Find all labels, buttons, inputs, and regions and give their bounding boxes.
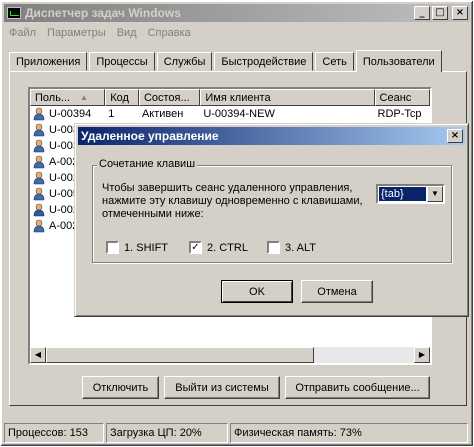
user-icon: [33, 139, 45, 153]
table-cell: RDP-Tcp: [377, 108, 422, 120]
status-cpu: Загрузка ЦП: 20%: [106, 423, 228, 443]
ok-button[interactable]: OK: [221, 280, 293, 303]
minimize-button[interactable]: _: [414, 6, 430, 20]
shift-checkbox[interactable]: 1. SHIFT: [106, 241, 168, 254]
ctrl-label: 2. CTRL: [207, 241, 248, 254]
horizontal-scrollbar[interactable]: ◀ ▶: [30, 347, 430, 363]
ctrl-checkbox[interactable]: ✓ 2. CTRL: [189, 241, 248, 254]
menu-options[interactable]: Параметры: [42, 27, 112, 39]
column-id[interactable]: Код: [105, 89, 139, 106]
status-bar: Процессов: 153 Загрузка ЦП: 20% Физическ…: [4, 423, 470, 443]
hotkey-group-label: Сочетание клавиш: [97, 158, 198, 170]
tab-services[interactable]: Службы: [156, 52, 213, 71]
dialog-close-button[interactable]: ×: [447, 129, 463, 143]
window-title: Диспетчер задач Windows: [25, 6, 181, 20]
table-cell: U-00394-NEW: [203, 108, 275, 120]
menu-file[interactable]: Файл: [4, 27, 42, 39]
alt-label: 3. ALT: [285, 241, 316, 254]
dialog-title-bar[interactable]: Удаленное управление ×: [78, 127, 465, 145]
shift-checkbox-box[interactable]: [106, 241, 119, 254]
user-icon: [33, 187, 45, 201]
user-icon: [33, 107, 45, 121]
close-button[interactable]: ×: [452, 6, 468, 20]
scroll-right-button[interactable]: ▶: [414, 347, 430, 363]
disconnect-button[interactable]: Отключить: [82, 376, 159, 399]
scroll-left-button[interactable]: ◀: [30, 347, 46, 363]
tab-network[interactable]: Сеть: [315, 52, 354, 71]
dialog-title: Удаленное управление: [81, 129, 219, 143]
title-bar[interactable]: Диспетчер задач Windows _ □ ×: [4, 4, 470, 22]
alt-checkbox[interactable]: 3. ALT: [267, 241, 316, 254]
table-cell-text: U-00394: [49, 108, 92, 120]
tab-applications[interactable]: Приложения: [9, 52, 88, 71]
logoff-button[interactable]: Выйти из системы: [164, 376, 280, 399]
user-icon: [33, 123, 45, 137]
table-cell: 1: [108, 108, 115, 120]
list-header: Поль... ▲ Код Состоя... Имя клиента Сеанс: [30, 89, 430, 106]
user-icon: [33, 155, 45, 169]
user-icon: [33, 171, 45, 185]
alt-checkbox-box[interactable]: [267, 241, 280, 254]
cancel-button[interactable]: Отмена: [301, 280, 373, 303]
column-client-name[interactable]: Имя клиента: [200, 89, 375, 106]
chevron-down-icon[interactable]: ▼: [427, 186, 443, 202]
hotkey-select[interactable]: {tab} ▼: [376, 184, 445, 204]
send-message-button[interactable]: Отправить сообщение...: [285, 376, 430, 399]
maximize-button[interactable]: □: [432, 6, 448, 20]
menu-help[interactable]: Справка: [143, 27, 197, 39]
tab-strip: Приложения Процессы Службы Быстродействи…: [9, 49, 444, 72]
status-memory: Физическая память: 73%: [230, 423, 468, 443]
shift-label: 1. SHIFT: [124, 241, 169, 254]
hotkey-select-value: {tab}: [379, 187, 426, 201]
tab-users[interactable]: Пользователи: [355, 50, 442, 72]
menu-view[interactable]: Вид: [112, 27, 143, 39]
status-processes: Процессов: 153: [4, 423, 104, 443]
check-icon[interactable]: ✓: [189, 241, 202, 254]
table-cell: Активен: [141, 108, 184, 120]
column-user[interactable]: Поль... ▲: [30, 89, 106, 106]
menu-bar: Файл Параметры Вид Справка: [4, 24, 197, 42]
column-status[interactable]: Состоя...: [138, 89, 201, 106]
hotkey-instructions: Чтобы завершить сеанс удаленного управле…: [102, 182, 363, 220]
tab-processes[interactable]: Процессы: [89, 52, 155, 71]
scroll-thumb[interactable]: [46, 347, 314, 363]
remote-control-dialog: Удаленное управление × Сочетание клавиш …: [74, 123, 469, 317]
table-row[interactable]: U-00394 1 Активен U-00394-NEW RDP-Tcp: [30, 106, 430, 122]
table-cell-user: U-00394: [30, 107, 105, 121]
tab-performance[interactable]: Быстродействие: [214, 52, 314, 71]
user-icon: [33, 203, 45, 217]
user-icon: [33, 219, 45, 233]
task-manager-icon: [7, 7, 21, 19]
column-session[interactable]: Сеанс: [374, 89, 430, 106]
sort-ascending-icon: ▲: [80, 93, 89, 102]
